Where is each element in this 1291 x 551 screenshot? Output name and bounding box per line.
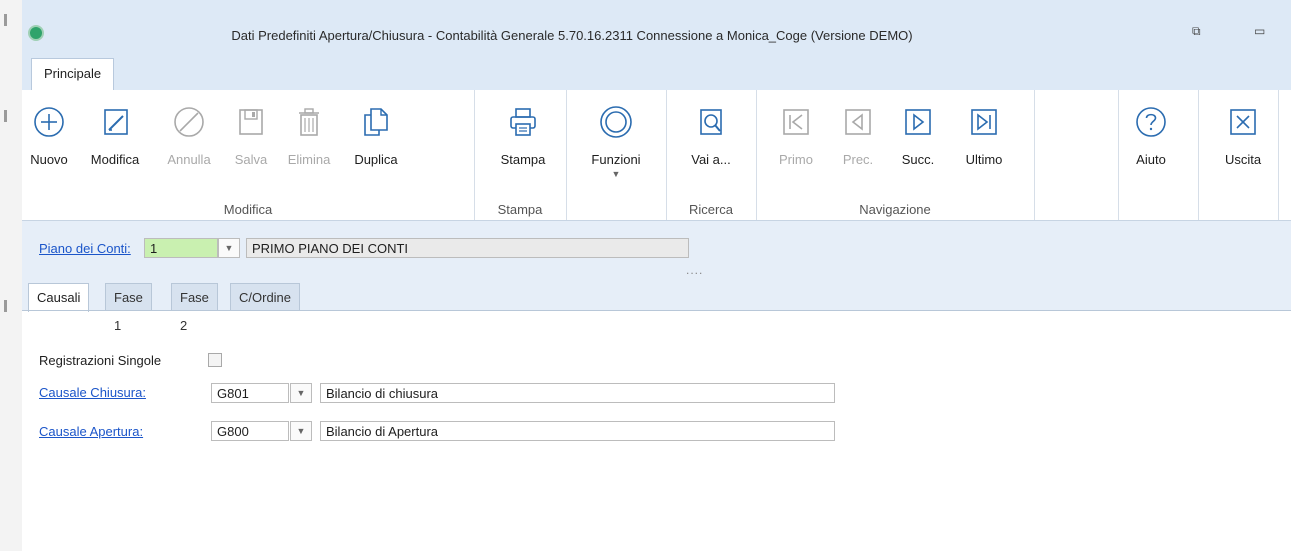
search-page-icon: [700, 109, 722, 135]
causale-chiusura-description: Bilancio di chiusura: [320, 383, 835, 403]
piano-dei-conti-link[interactable]: Piano dei Conti:: [39, 241, 131, 256]
group-separator: [474, 90, 475, 220]
prec-label: Prec.: [842, 152, 874, 167]
resize-grip[interactable]: ....: [686, 263, 703, 277]
circle-functions-icon: [600, 106, 632, 138]
content-area: Piano dei Conti: 1 ▼ PRIMO PIANO DEI CON…: [22, 221, 1291, 551]
first-record-icon: [783, 109, 809, 135]
vai-a-button[interactable]: Vai a...: [680, 104, 742, 167]
plus-circle-icon: [34, 107, 64, 137]
edge-marker: [4, 110, 7, 122]
window-title: Dati Predefiniti Apertura/Chiusura - Con…: [231, 28, 913, 43]
group-separator: [1118, 90, 1119, 220]
piano-dropdown-button[interactable]: ▼: [218, 238, 240, 258]
tab-fase-1[interactable]: Fase 1: [105, 283, 152, 333]
ultimo-button[interactable]: Ultimo: [953, 104, 1015, 167]
tab-causali[interactable]: Causali: [28, 283, 90, 312]
causale-chiusura-dropdown[interactable]: ▼: [290, 383, 312, 403]
edit-icon: [104, 109, 128, 135]
group-ricerca-label: Ricerca: [688, 202, 734, 217]
aiuto-button[interactable]: Aiuto: [1120, 104, 1182, 167]
elimina-label: Elimina: [287, 152, 331, 167]
annulla-label: Annulla: [167, 152, 211, 167]
nuovo-label: Nuovo: [30, 152, 68, 167]
ribbon-tabstrip: Principale: [22, 58, 1291, 91]
restore-icon[interactable]: ⧉: [1192, 24, 1201, 39]
edge-marker: [4, 300, 7, 312]
stampa-button[interactable]: Stampa: [492, 104, 554, 167]
causale-apertura-description: Bilancio di Apertura: [320, 421, 835, 441]
group-navigazione-label: Navigazione: [859, 202, 931, 217]
help-icon: [1136, 107, 1166, 137]
duplica-label: Duplica: [354, 152, 398, 167]
uscita-button[interactable]: Uscita: [1212, 104, 1274, 167]
last-record-icon: [971, 109, 997, 135]
funzioni-label: Funzioni: [591, 152, 641, 167]
tab-principale[interactable]: Principale: [31, 58, 115, 91]
background-window-edge: [0, 0, 23, 551]
group-separator: [666, 90, 667, 220]
causale-chiusura-code[interactable]: G801: [211, 383, 289, 403]
header-band: Piano dei Conti: 1 ▼ PRIMO PIANO DEI CON…: [22, 221, 1291, 333]
chevron-down-icon: ▼: [224, 243, 234, 253]
ultimo-label: Ultimo: [965, 152, 1003, 167]
stampa-label: Stampa: [500, 152, 546, 167]
group-stampa-label: Stampa: [497, 202, 543, 217]
tab-divider: [22, 310, 1291, 311]
causale-chiusura-link[interactable]: Causale Chiusura:: [39, 385, 146, 400]
previous-record-icon: [845, 109, 871, 135]
annulla-button[interactable]: Annulla: [158, 104, 220, 167]
modifica-label: Modifica: [90, 152, 140, 167]
uscita-label: Uscita: [1224, 152, 1262, 167]
piano-code-field[interactable]: 1: [144, 238, 218, 258]
ribbon: Nuovo Modifica Annulla Salva Elimina Dup…: [22, 90, 1291, 221]
elimina-button[interactable]: Elimina: [278, 104, 340, 167]
group-separator: [1198, 90, 1199, 220]
next-record-icon: [905, 109, 931, 135]
nuovo-button[interactable]: Nuovo: [18, 104, 80, 167]
tab-fase-2[interactable]: Fase 2: [171, 283, 218, 333]
succ-label: Succ.: [901, 152, 935, 167]
chevron-down-icon: ▼: [296, 426, 306, 436]
salva-button[interactable]: Salva: [220, 104, 282, 167]
funzioni-button[interactable]: Funzioni ▼: [578, 104, 654, 179]
trash-icon: [299, 108, 319, 136]
aiuto-label: Aiuto: [1136, 152, 1166, 167]
duplicate-icon: [364, 108, 388, 136]
registrazioni-singole-checkbox[interactable]: [208, 353, 222, 367]
registrazioni-singole-label: Registrazioni Singole: [39, 353, 162, 368]
cancel-icon: [174, 107, 204, 137]
group-separator: [566, 90, 567, 220]
group-separator: [1278, 90, 1279, 220]
chevron-down-icon: ▼: [296, 388, 306, 398]
causale-apertura-dropdown[interactable]: ▼: [290, 421, 312, 441]
group-separator: [756, 90, 757, 220]
chevron-down-icon: ▼: [611, 169, 621, 179]
causale-apertura-link[interactable]: Causale Apertura:: [39, 424, 143, 439]
group-separator: [1034, 90, 1035, 220]
save-icon: [239, 109, 263, 135]
causale-apertura-code[interactable]: G800: [211, 421, 289, 441]
salva-label: Salva: [234, 152, 268, 167]
duplica-button[interactable]: Duplica: [338, 104, 414, 167]
app-window: Dati Predefiniti Apertura/Chiusura - Con…: [22, 0, 1291, 551]
piano-description-field: PRIMO PIANO DEI CONTI: [246, 238, 689, 258]
tab-c-ordine[interactable]: C/Ordine: [230, 283, 301, 311]
modifica-button[interactable]: Modifica: [78, 104, 152, 167]
title-bar: Dati Predefiniti Apertura/Chiusura - Con…: [22, 0, 1291, 58]
vai-a-label: Vai a...: [691, 152, 731, 167]
primo-button[interactable]: Primo: [765, 104, 827, 167]
primo-label: Primo: [779, 152, 813, 167]
edge-marker: [4, 14, 7, 26]
succ-button[interactable]: Succ.: [887, 104, 949, 167]
group-modifica-label: Modifica: [223, 202, 273, 217]
close-icon: [1230, 109, 1256, 135]
printer-icon: [510, 108, 536, 136]
minimize-icon[interactable]: ▭: [1254, 24, 1265, 38]
prec-button[interactable]: Prec.: [827, 104, 889, 167]
